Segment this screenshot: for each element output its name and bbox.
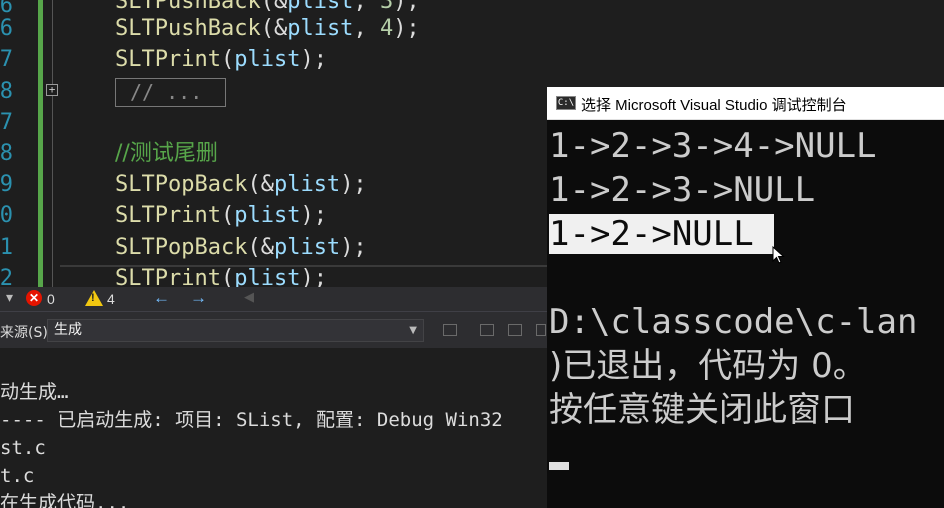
fold-guide: [52, 0, 53, 287]
console-output-line: 1->2->3->NULL: [549, 170, 816, 210]
function-name: SLTPopBack: [115, 235, 248, 260]
line-number: 7: [0, 110, 13, 135]
console-title-bar[interactable]: C:\ 选择 Microsoft Visual Studio 调试控制台: [547, 87, 944, 120]
line-number: 8: [0, 79, 13, 104]
punctuation: );: [393, 0, 420, 14]
output-line: st.c: [0, 437, 46, 459]
code-line[interactable]: SLTPrint(plist);: [115, 44, 327, 75]
punctuation: (: [220, 266, 235, 287]
output-toolbar: 来源(S): 生成 ▼: [0, 312, 547, 348]
source-label: 来源(S):: [0, 325, 53, 341]
collapsed-region[interactable]: // ...: [115, 78, 226, 107]
punctuation: (: [220, 47, 235, 72]
function-name: SLTPushBack: [115, 0, 261, 14]
function-name: SLTPrint: [115, 266, 221, 287]
output-line: 动生成…: [0, 381, 69, 403]
line-number: 7: [0, 47, 13, 72]
punctuation: );: [340, 172, 367, 197]
console-output-line: )已退出，代码为 0。: [549, 346, 867, 386]
line-number: 8: [0, 141, 13, 166]
output-line: t.c: [0, 465, 35, 487]
clear-all-icon[interactable]: [536, 324, 546, 336]
code-line[interactable]: SLTPrint(plist);: [115, 263, 327, 287]
console-output-line: 1->2->3->4->NULL: [549, 126, 877, 166]
line-number: 1: [0, 235, 13, 260]
output-line: 在生成代码...: [0, 492, 130, 508]
source-dropdown[interactable]: 生成 ▼: [47, 319, 424, 342]
dropdown-arrow-icon: ▼: [409, 325, 417, 336]
punctuation: (&: [260, 0, 288, 14]
variable: plist: [234, 203, 301, 228]
change-tracking-bar: [38, 0, 43, 287]
line-number: 6: [0, 16, 13, 41]
console-output-line: D:\classcode\c-lan: [549, 302, 918, 342]
code-line[interactable]: SLTPopBack(&plist);: [115, 232, 367, 263]
punctuation: (&: [247, 235, 274, 260]
punctuation: (&: [260, 16, 288, 41]
error-list-bar: ▾ ✕ 0 ! 4 ← → ◀: [0, 287, 547, 311]
variable: plist: [234, 266, 301, 287]
code-comment[interactable]: //测试尾删: [115, 138, 218, 169]
number-literal: 4: [379, 16, 394, 41]
warning-exclamation: !: [91, 292, 95, 304]
punctuation: );: [300, 203, 327, 228]
variable: plist: [234, 47, 301, 72]
console-app-icon: C:\: [556, 96, 576, 110]
previous-message-icon[interactable]: [480, 324, 494, 336]
debug-console-window[interactable]: C:\ 选择 Microsoft Visual Studio 调试控制台 1->…: [547, 87, 944, 508]
punctuation: );: [393, 16, 420, 41]
scroll-left-icon[interactable]: ◀: [244, 289, 254, 305]
navigate-forward-icon[interactable]: →: [190, 288, 207, 308]
line-number: 2: [0, 266, 13, 287]
variable: plist: [273, 235, 341, 260]
code-line[interactable]: SLTPrint(plist);: [115, 200, 327, 231]
text-cursor: [549, 462, 569, 470]
function-name: SLTPopBack: [115, 172, 248, 197]
function-name: SLTPrint: [115, 203, 221, 228]
line-number: 9: [0, 172, 13, 197]
navigate-back-icon[interactable]: ←: [153, 288, 170, 308]
chevron-down-icon[interactable]: ▾: [6, 289, 13, 306]
number-literal: 3: [379, 0, 394, 14]
code-line[interactable]: SLTPushBack(&plist, 4);: [115, 13, 420, 44]
output-panel: 来源(S): 生成 ▼ 动生成… ---- 已启动生成: 项目: SList, …: [0, 311, 547, 508]
console-output-line: 按任意键关闭此窗口: [549, 390, 855, 430]
variable: plist: [287, 0, 354, 14]
go-to-location-icon[interactable]: [443, 324, 457, 336]
output-line: ---- 已启动生成: 项目: SList, 配置: Debug Win32: [0, 409, 503, 431]
error-icon[interactable]: ✕: [26, 290, 42, 306]
function-name: SLTPushBack: [115, 16, 261, 41]
selected-text[interactable]: 1->2->NULL: [549, 214, 774, 254]
punctuation: (: [220, 203, 235, 228]
code-line[interactable]: SLTPopBack(&plist);: [115, 169, 367, 200]
punctuation: (&: [247, 172, 274, 197]
expand-fold-icon[interactable]: +: [46, 84, 58, 96]
punctuation: );: [300, 47, 327, 72]
line-number: 0: [0, 203, 13, 228]
console-title: 选择 Microsoft Visual Studio 调试控制台: [581, 97, 847, 114]
punctuation: ,: [353, 0, 380, 14]
warning-count[interactable]: 4: [107, 291, 115, 307]
next-message-icon[interactable]: [508, 324, 522, 336]
error-count[interactable]: 0: [47, 291, 55, 307]
line-number-gutter: 6 6 7 8 7 8 9 0 1 2: [0, 0, 14, 287]
punctuation: );: [340, 235, 367, 260]
function-name: SLTPrint: [115, 47, 221, 72]
console-output-line: 1->2->NULL: [549, 212, 774, 256]
source-value: 生成: [54, 322, 82, 338]
variable: plist: [287, 16, 354, 41]
variable: plist: [273, 172, 341, 197]
mouse-pointer-icon: [772, 246, 785, 264]
punctuation: ,: [353, 16, 380, 41]
punctuation: );: [300, 266, 327, 287]
